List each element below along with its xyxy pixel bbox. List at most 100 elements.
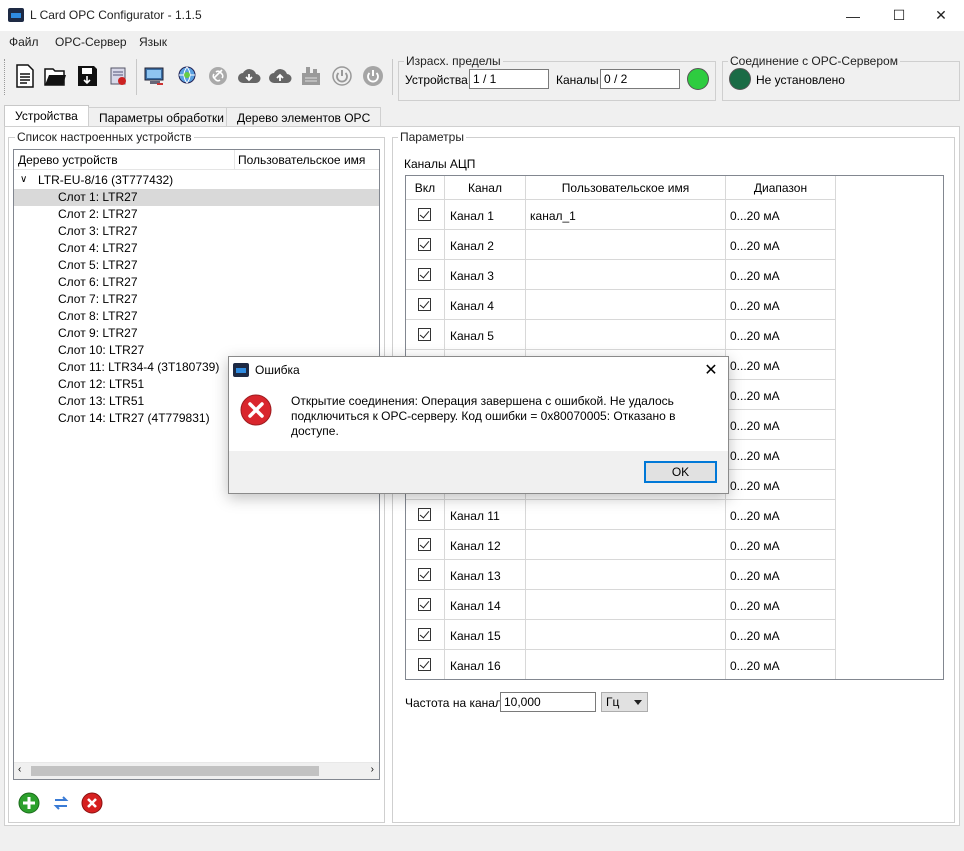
user-name-cell[interactable] <box>526 650 726 679</box>
scroll-right-icon[interactable]: › <box>371 764 374 775</box>
open-folder-icon[interactable] <box>42 63 68 89</box>
tree-slot-item[interactable]: Слот 9: LTR27 <box>14 325 379 342</box>
tree-root-item[interactable]: ∨ LTR-EU-8/16 (3T777432) <box>14 172 379 189</box>
user-name-cell[interactable] <box>526 590 726 620</box>
cloud-upload-icon[interactable] <box>267 63 293 89</box>
tree-slot-label: Слот 14: LTR27 (4T779831) <box>58 411 210 425</box>
channel-cell: Канал 14 <box>445 590 526 620</box>
tab-opc-tree[interactable]: Дерево элементов OPC <box>226 107 382 127</box>
tree-slot-label: Слот 3: LTR27 <box>58 224 138 238</box>
range-cell[interactable]: 0...20 мА <box>726 410 836 440</box>
col-device-tree[interactable]: Дерево устройств <box>18 153 118 167</box>
devices-value-field: 1 / 1 <box>469 69 549 89</box>
user-name-cell[interactable] <box>526 530 726 560</box>
menu-opc-server[interactable]: OPC-Сервер <box>55 35 127 49</box>
col-user-name[interactable]: Пользовательское имя <box>526 176 726 200</box>
chevron-down-icon[interactable]: ∨ <box>20 174 27 185</box>
enabled-checkbox[interactable] <box>418 598 431 611</box>
range-cell[interactable]: 0...20 мА <box>726 590 836 620</box>
user-name-cell[interactable]: канал_1 <box>526 200 726 230</box>
tree-slot-item[interactable]: Слот 5: LTR27 <box>14 257 379 274</box>
power-outline-icon[interactable] <box>329 63 355 89</box>
enabled-checkbox[interactable] <box>418 538 431 551</box>
power-filled-icon[interactable] <box>360 63 386 89</box>
table-row: Канал 15 0...20 мА <box>406 620 836 650</box>
link-icon[interactable] <box>205 63 231 89</box>
range-cell[interactable]: 0...20 мА <box>726 200 836 230</box>
tree-slot-label: Слот 11: LTR34-4 (3T180739) <box>58 360 220 374</box>
range-cell[interactable]: 0...20 мА <box>726 470 836 500</box>
range-cell[interactable]: 0...20 мА <box>726 500 836 530</box>
range-cell[interactable]: 0...20 мА <box>726 260 836 290</box>
user-name-cell[interactable] <box>526 500 726 530</box>
tree-slot-item[interactable]: Слот 4: LTR27 <box>14 240 379 257</box>
tree-slot-item[interactable]: Слот 7: LTR27 <box>14 291 379 308</box>
device-config-icon[interactable] <box>298 63 324 89</box>
cloud-download-icon[interactable] <box>236 63 262 89</box>
enabled-checkbox[interactable] <box>418 268 431 281</box>
computer-icon[interactable] <box>142 63 168 89</box>
table-row: Канал 13 0...20 мА <box>406 560 836 590</box>
delete-config-icon[interactable] <box>106 63 132 89</box>
network-globe-icon[interactable] <box>174 63 200 89</box>
enabled-checkbox[interactable] <box>418 508 431 521</box>
dialog-close-button[interactable]: ✕ <box>700 360 722 382</box>
remove-device-button[interactable] <box>81 792 103 814</box>
range-cell[interactable]: 0...20 мА <box>726 560 836 590</box>
toolbar: Израсх. пределы Устройства 1 / 1 Каналы … <box>0 53 964 101</box>
enabled-checkbox[interactable] <box>418 208 431 221</box>
menu-file[interactable]: Файл <box>9 35 39 49</box>
range-cell[interactable]: 0...20 мА <box>726 380 836 410</box>
tab-devices[interactable]: Устройства <box>4 105 89 128</box>
range-cell[interactable]: 0...20 мА <box>726 350 836 380</box>
table-row: Канал 5 0...20 мА <box>406 320 836 350</box>
user-name-cell[interactable] <box>526 230 726 260</box>
save-file-icon[interactable] <box>74 63 100 89</box>
tree-slot-item[interactable]: Слот 8: LTR27 <box>14 308 379 325</box>
tree-slot-item[interactable]: Слот 3: LTR27 <box>14 223 379 240</box>
col-channel[interactable]: Канал <box>445 176 526 200</box>
add-device-button[interactable] <box>18 792 40 814</box>
range-cell[interactable]: 0...20 мА <box>726 620 836 650</box>
menu-language[interactable]: Язык <box>139 35 167 49</box>
enabled-checkbox[interactable] <box>418 658 431 671</box>
col-user-name[interactable]: Пользовательское имя <box>238 153 365 167</box>
user-name-cell[interactable] <box>526 290 726 320</box>
col-enabled[interactable]: Вкл <box>406 176 445 200</box>
scrollbar-thumb[interactable] <box>31 766 319 776</box>
scroll-left-icon[interactable]: ‹ <box>18 764 21 775</box>
enabled-checkbox[interactable] <box>418 238 431 251</box>
range-cell[interactable]: 0...20 мА <box>726 650 836 679</box>
tree-slot-item[interactable]: Слот 1: LTR27 <box>14 189 379 206</box>
range-cell[interactable]: 0...20 мА <box>726 320 836 350</box>
ok-button[interactable]: OK <box>644 461 717 483</box>
swap-device-button[interactable] <box>50 792 72 814</box>
user-name-cell[interactable] <box>526 620 726 650</box>
user-name-cell[interactable] <box>526 320 726 350</box>
new-file-icon[interactable] <box>12 63 38 89</box>
tab-processing-params[interactable]: Параметры обработки <box>88 107 235 127</box>
range-cell[interactable]: 0...20 мА <box>726 530 836 560</box>
tree-slot-item[interactable]: Слот 2: LTR27 <box>14 206 379 223</box>
close-button[interactable]: ✕ <box>918 0 964 31</box>
range-cell[interactable]: 0...20 мА <box>726 230 836 260</box>
user-name-cell[interactable] <box>526 560 726 590</box>
channel-cell: Канал 5 <box>445 320 526 350</box>
col-range[interactable]: Диапазон <box>726 176 836 200</box>
table-row: Канал 4 0...20 мА <box>406 290 836 320</box>
channel-cell: Канал 15 <box>445 620 526 650</box>
user-name-cell[interactable] <box>526 260 726 290</box>
frequency-unit-select[interactable]: Гц <box>601 692 648 712</box>
limits-status-led-icon <box>687 68 709 90</box>
minimize-button[interactable]: — <box>830 0 876 31</box>
tree-slot-item[interactable]: Слот 6: LTR27 <box>14 274 379 291</box>
range-cell[interactable]: 0...20 мА <box>726 440 836 470</box>
enabled-checkbox[interactable] <box>418 568 431 581</box>
frequency-input[interactable]: 10,000 <box>500 692 596 712</box>
range-cell[interactable]: 0...20 мА <box>726 290 836 320</box>
enabled-checkbox[interactable] <box>418 628 431 641</box>
enabled-checkbox[interactable] <box>418 328 431 341</box>
horizontal-scrollbar[interactable]: ‹ › <box>14 762 379 779</box>
enabled-checkbox[interactable] <box>418 298 431 311</box>
maximize-button[interactable]: ☐ <box>876 0 922 31</box>
